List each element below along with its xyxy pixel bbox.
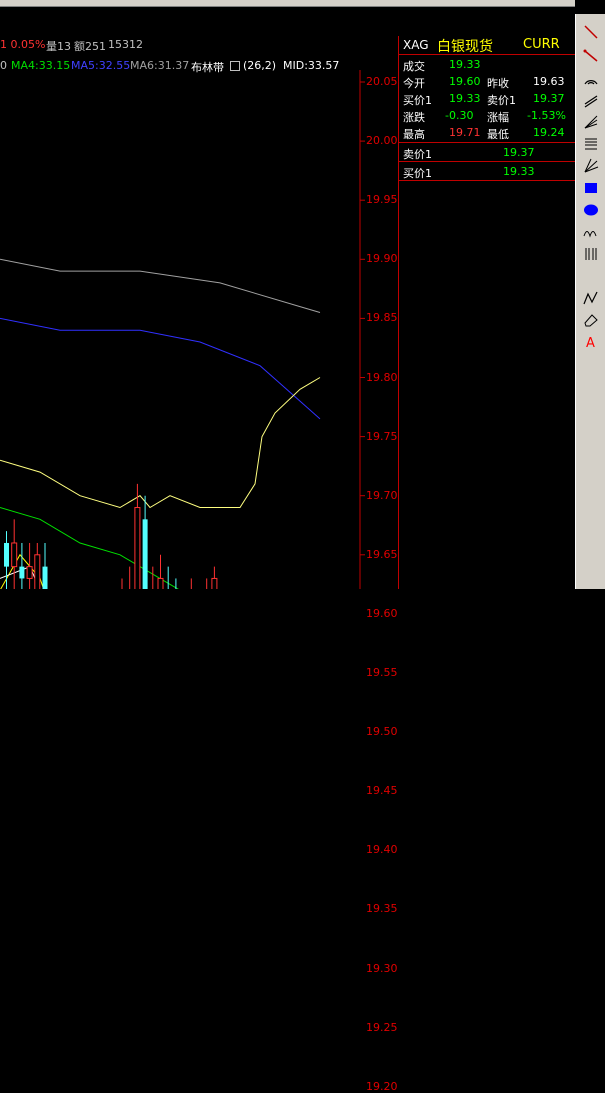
prev-close-label: 昨收 xyxy=(487,77,509,90)
ellipse-icon[interactable] xyxy=(583,202,599,218)
fan-line-icon[interactable] xyxy=(583,114,599,130)
candle xyxy=(129,566,131,589)
amount-label: 额251 xyxy=(74,40,106,53)
price-info-bar: 1 0.05% 量13 额251 15312 xyxy=(0,36,398,53)
last-label: 成交 xyxy=(403,60,425,73)
candle xyxy=(4,531,9,589)
indicator-line xyxy=(0,317,321,420)
candle xyxy=(121,578,123,589)
change-pct-label: 涨幅 xyxy=(487,111,509,124)
candle xyxy=(157,554,164,589)
open-value: 19.60 xyxy=(449,75,481,88)
volume-label: 量13 xyxy=(46,40,71,53)
axis-tick-label: 19.60 xyxy=(366,606,398,620)
ray-tool-icon[interactable] xyxy=(583,48,599,64)
candle xyxy=(19,542,25,589)
axis-tick-label: 19.35 xyxy=(366,902,398,916)
bid1-value: 19.33 xyxy=(449,92,481,105)
quote-separator-3 xyxy=(399,161,576,162)
axis-tick-label: 19.80 xyxy=(366,370,398,384)
candle xyxy=(26,542,33,589)
line-tool-icon[interactable] xyxy=(583,24,599,40)
bid-row-value: 19.33 xyxy=(503,165,535,178)
quote-name: 白银现货 xyxy=(437,39,493,55)
open-label: 今开 xyxy=(403,77,425,90)
eraser-icon[interactable] xyxy=(583,312,599,328)
axis-tick-label: 19.30 xyxy=(366,961,398,975)
bid-row-label: 买价1 xyxy=(403,167,432,180)
axis-tick-label: 20.05 xyxy=(366,75,398,88)
parallel-line-icon[interactable] xyxy=(583,92,599,108)
bid1-label: 买价1 xyxy=(403,94,432,107)
axis-tick-label: 19.95 xyxy=(366,193,398,207)
axis-tick-label: 19.45 xyxy=(366,784,398,798)
candle xyxy=(206,578,208,589)
axis-tick-label: 19.90 xyxy=(366,252,398,266)
candle xyxy=(175,578,177,589)
arc-tool-icon[interactable] xyxy=(583,70,599,86)
quote-panel: XAG 白银现货 CURR 成交 19.33 今开 19.60 昨收 19.63… xyxy=(398,36,576,589)
indicator-line xyxy=(0,258,321,313)
candle xyxy=(211,566,218,589)
ask-row-label: 卖价1 xyxy=(403,148,432,161)
quote-currency: CURR xyxy=(523,37,560,52)
change-pct: 1 0.05% xyxy=(0,38,46,51)
ask1-value: 19.37 xyxy=(533,92,565,105)
change-label: 涨跌 xyxy=(403,111,425,124)
moon-icon[interactable] xyxy=(583,268,599,284)
prev-close-value: 19.63 xyxy=(533,75,565,88)
candle xyxy=(190,578,192,589)
menu-strip xyxy=(0,0,575,7)
axis-tick-label: 20.00 xyxy=(366,134,398,148)
ask-row-value: 19.37 xyxy=(503,146,535,159)
rectangle-icon[interactable] xyxy=(583,180,599,196)
candle xyxy=(167,566,169,589)
cycle-line-icon[interactable] xyxy=(583,224,599,240)
high-value: 19.71 xyxy=(449,126,481,139)
quote-separator-2 xyxy=(399,142,576,143)
price-chart[interactable] xyxy=(0,70,398,589)
axis-tick-label: 19.70 xyxy=(366,488,398,502)
drawing-toolbar: A xyxy=(575,14,605,589)
fibonacci-icon[interactable] xyxy=(583,136,599,152)
change-pct-value: -1.53% xyxy=(527,109,566,122)
quote-symbol: XAG xyxy=(403,38,429,52)
candle xyxy=(142,495,148,589)
axis-tick-label: 19.40 xyxy=(366,843,398,857)
quote-separator-4 xyxy=(399,180,576,181)
text-tool-icon[interactable]: A xyxy=(583,334,599,350)
svg-text:A: A xyxy=(586,336,595,350)
candle xyxy=(11,519,18,589)
high-label: 最高 xyxy=(403,128,425,141)
low-value: 19.24 xyxy=(533,126,565,139)
axis-tick-label: 19.50 xyxy=(366,725,398,739)
axis-tick-label: 19.65 xyxy=(366,547,398,561)
axis-tick-label: 19.25 xyxy=(366,1020,398,1034)
ask1-label: 卖价1 xyxy=(487,94,516,107)
candle xyxy=(34,542,41,589)
candle xyxy=(134,483,141,589)
indicator-line xyxy=(0,377,321,509)
axis-tick-label: 19.85 xyxy=(366,311,398,325)
vertical-lines-icon[interactable] xyxy=(583,246,599,262)
change-value: -0.30 xyxy=(445,109,474,122)
quote-separator xyxy=(399,54,576,55)
low-label: 最低 xyxy=(487,128,509,141)
candle xyxy=(42,542,48,589)
axis-tick-label: 19.75 xyxy=(366,429,398,443)
last-value: 19.33 xyxy=(449,58,481,71)
amount-value: 15312 xyxy=(108,38,143,51)
axis-tick-label: 19.55 xyxy=(366,666,398,679)
candle xyxy=(152,566,154,589)
axis-tick-label: 19.20 xyxy=(366,1079,398,1093)
zigzag-icon[interactable] xyxy=(583,290,599,306)
gann-fan-icon[interactable] xyxy=(583,158,599,174)
